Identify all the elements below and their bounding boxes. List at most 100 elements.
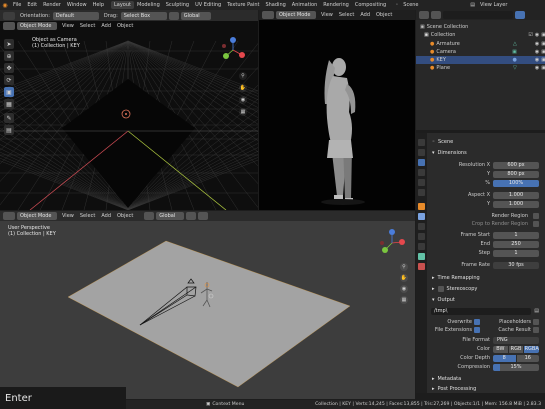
scene-icon[interactable]: ◦ [395,2,398,8]
color-bw-option[interactable]: BW [493,345,508,353]
menu-view[interactable]: View [59,22,77,30]
outliner-row-plane[interactable]: ● Plane ▽ ◉ ▣ [416,64,545,72]
cursor-tool-icon[interactable]: ⊕ [4,51,14,61]
data-tab-icon[interactable] [418,253,425,260]
search-input[interactable] [443,11,513,19]
mode-dropdown[interactable]: Object Mode [276,11,316,19]
menu-add[interactable]: Add [357,11,373,19]
outliner-row-camera[interactable]: ● Camera ▣ ◉ ▣ [416,48,545,56]
frame-start-field[interactable]: 1 [493,231,539,239]
menu-object[interactable]: Object [373,11,395,19]
world-tab-icon[interactable] [418,189,425,196]
outliner-row-collection[interactable]: ▣ Collection ☑ ◉ ▣ [416,31,545,39]
visibility-icon[interactable]: ◉ [535,65,539,71]
menu-help[interactable]: Help [90,1,107,9]
snap-icon[interactable] [186,212,197,220]
color-rgba-option[interactable]: RGBA [524,345,540,353]
resolution-x-field[interactable]: 600 px [493,161,539,169]
overwrite-checkbox[interactable] [474,319,480,325]
menu-render[interactable]: Render [40,1,64,9]
material-tab-icon[interactable] [418,263,425,270]
menu-file[interactable]: File [10,1,24,9]
display-mode-icon[interactable] [431,11,441,19]
menu-object[interactable]: Object [114,22,136,30]
object-tab-icon[interactable] [418,203,425,210]
stereoscopy-checkbox[interactable] [437,285,444,292]
annotate-tool-icon[interactable]: ✎ [4,113,14,123]
tab-layout[interactable]: Layout [111,1,134,9]
perspective-icon[interactable]: ▦ [400,296,408,304]
aspect-x-field[interactable]: 1.000 [493,191,539,199]
frame-end-field[interactable]: 250 [493,240,539,248]
editor-type-icon[interactable] [262,11,274,19]
render-icon[interactable]: ▣ [541,65,545,71]
post-processing-header[interactable]: ▸ Post Processing [429,384,541,393]
orientation-dropdown[interactable]: Default [52,11,99,20]
frame-rate-dropdown[interactable]: 30 fps [493,261,539,269]
metadata-header[interactable]: ▸ Metadata [429,374,541,383]
move-tool-icon[interactable]: ✥ [4,63,14,73]
render-icon[interactable]: ▣ [541,57,545,63]
tab-texture-paint[interactable]: Texture Paint [224,1,262,9]
filter-icon[interactable] [515,11,525,19]
drag-dropdown[interactable]: Select Box [120,11,167,20]
viewport-camera[interactable]: Object Mode View Select Add Object Objec… [0,21,258,210]
visibility-icon[interactable]: ◉ [535,57,539,63]
view-layer-tab-icon[interactable] [418,169,425,176]
dimensions-panel-header[interactable]: ▾ Dimensions [429,148,541,157]
tab-modeling[interactable]: Modeling [134,1,163,9]
tab-compositing[interactable]: Compositing [352,1,389,9]
stereoscopy-header[interactable]: ▸ Stereoscopy [429,284,541,293]
pivot-dropdown[interactable]: Global [180,11,211,20]
file-extensions-checkbox[interactable] [474,327,480,333]
pivot-dropdown[interactable]: Global [156,212,185,220]
render-icon[interactable]: ▣ [541,41,545,47]
active-tool-icon[interactable] [3,11,15,20]
camera-icon[interactable]: ◉ [535,32,539,38]
time-remapping-header[interactable]: ▸ Time Remapping [429,273,541,282]
modifier-tab-icon[interactable] [418,213,425,220]
render-icon[interactable]: ▣ [541,49,545,55]
navigation-gizmo[interactable] [218,35,248,65]
tab-animation[interactable]: Animation [289,1,321,9]
visibility-icon[interactable]: ◉ [535,41,539,47]
zoom-icon[interactable]: ⚲ [239,72,247,80]
scene-selector[interactable]: Scene [400,1,470,9]
resolution-percent-field[interactable]: 100% [493,179,539,187]
view-layer-icon[interactable]: ▤ [470,2,475,8]
compression-slider[interactable]: 15% [493,363,539,371]
mode-dropdown[interactable]: Object Mode [17,22,57,30]
checkbox-icon[interactable]: ☑ [528,32,532,38]
scale-tool-icon[interactable]: ▣ [4,87,14,97]
file-format-dropdown[interactable]: PNG [493,336,539,344]
transform-pivot-icon[interactable] [168,11,179,20]
menu-view[interactable]: View [318,11,336,19]
viewport-render[interactable]: Object Mode View Select Add Object [259,10,415,210]
output-tab-icon[interactable] [418,159,425,166]
tab-sculpting[interactable]: Sculpting [163,1,192,9]
pivot-icon[interactable] [144,212,155,220]
zoom-icon[interactable]: ⚲ [400,263,408,271]
scene-tab-icon[interactable] [418,179,425,186]
tab-rendering[interactable]: Rendering [320,1,352,9]
editor-type-icon[interactable] [419,11,429,19]
crop-checkbox[interactable] [533,221,539,227]
menu-select[interactable]: Select [77,212,98,220]
menu-edit[interactable]: Edit [24,1,40,9]
aspect-y-field[interactable]: 1.000 [493,200,539,208]
blender-logo-icon[interactable]: ◉ [0,2,10,9]
mode-dropdown[interactable]: Object Mode [17,212,57,220]
outliner-row-key[interactable]: ● KEY ● ◉ ▣ [416,56,545,64]
outliner-row-scene-collection[interactable]: ▣ Scene Collection [416,23,545,31]
camera-view-icon[interactable]: ◉ [239,96,247,104]
color-depth-16-option[interactable]: 16 [516,354,539,362]
render-region-checkbox[interactable] [533,213,539,219]
select-tool-icon[interactable]: ➤ [4,39,14,49]
frame-step-field[interactable]: 1 [493,249,539,257]
menu-select[interactable]: Select [336,11,357,19]
folder-icon[interactable]: ▤ [534,308,539,314]
menu-view[interactable]: View [59,212,77,220]
resolution-y-field[interactable]: 800 px [493,170,539,178]
viewport-perspective[interactable]: Object Mode View Select Add Object Globa… [0,211,415,399]
editor-type-icon[interactable] [3,212,15,220]
